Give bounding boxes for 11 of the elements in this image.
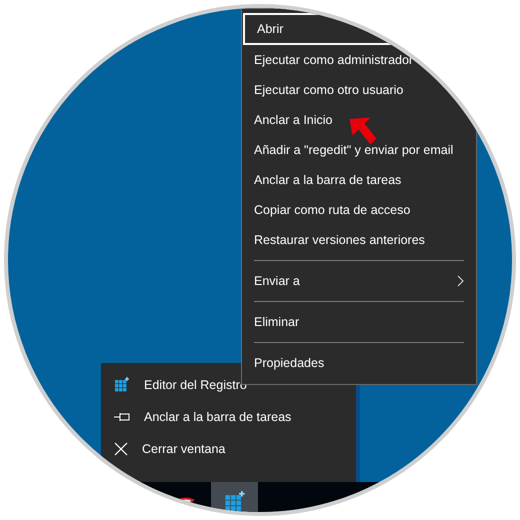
- menu-item[interactable]: Añadir a "regedit" y enviar por email: [242, 135, 476, 165]
- menu-item[interactable]: Ejecutar como administrador: [242, 45, 476, 75]
- menu-item[interactable]: Restaurar versiones anteriores: [242, 225, 476, 255]
- jump-list-item[interactable]: Anclar a la barra de tareas: [101, 401, 356, 433]
- menu-item[interactable]: Copiar como ruta de acceso: [242, 195, 476, 225]
- menu-item[interactable]: Enviar a: [242, 266, 476, 296]
- menu-item[interactable]: Anclar a la barra de tareas: [242, 165, 476, 195]
- menu-item[interactable]: Eliminar: [242, 307, 476, 337]
- jump-list-item[interactable]: Cerrar ventana: [101, 433, 356, 465]
- menu-item[interactable]: Ejecutar como otro usuario: [242, 75, 476, 105]
- menu-item[interactable]: Anclar a Inicio: [242, 105, 476, 135]
